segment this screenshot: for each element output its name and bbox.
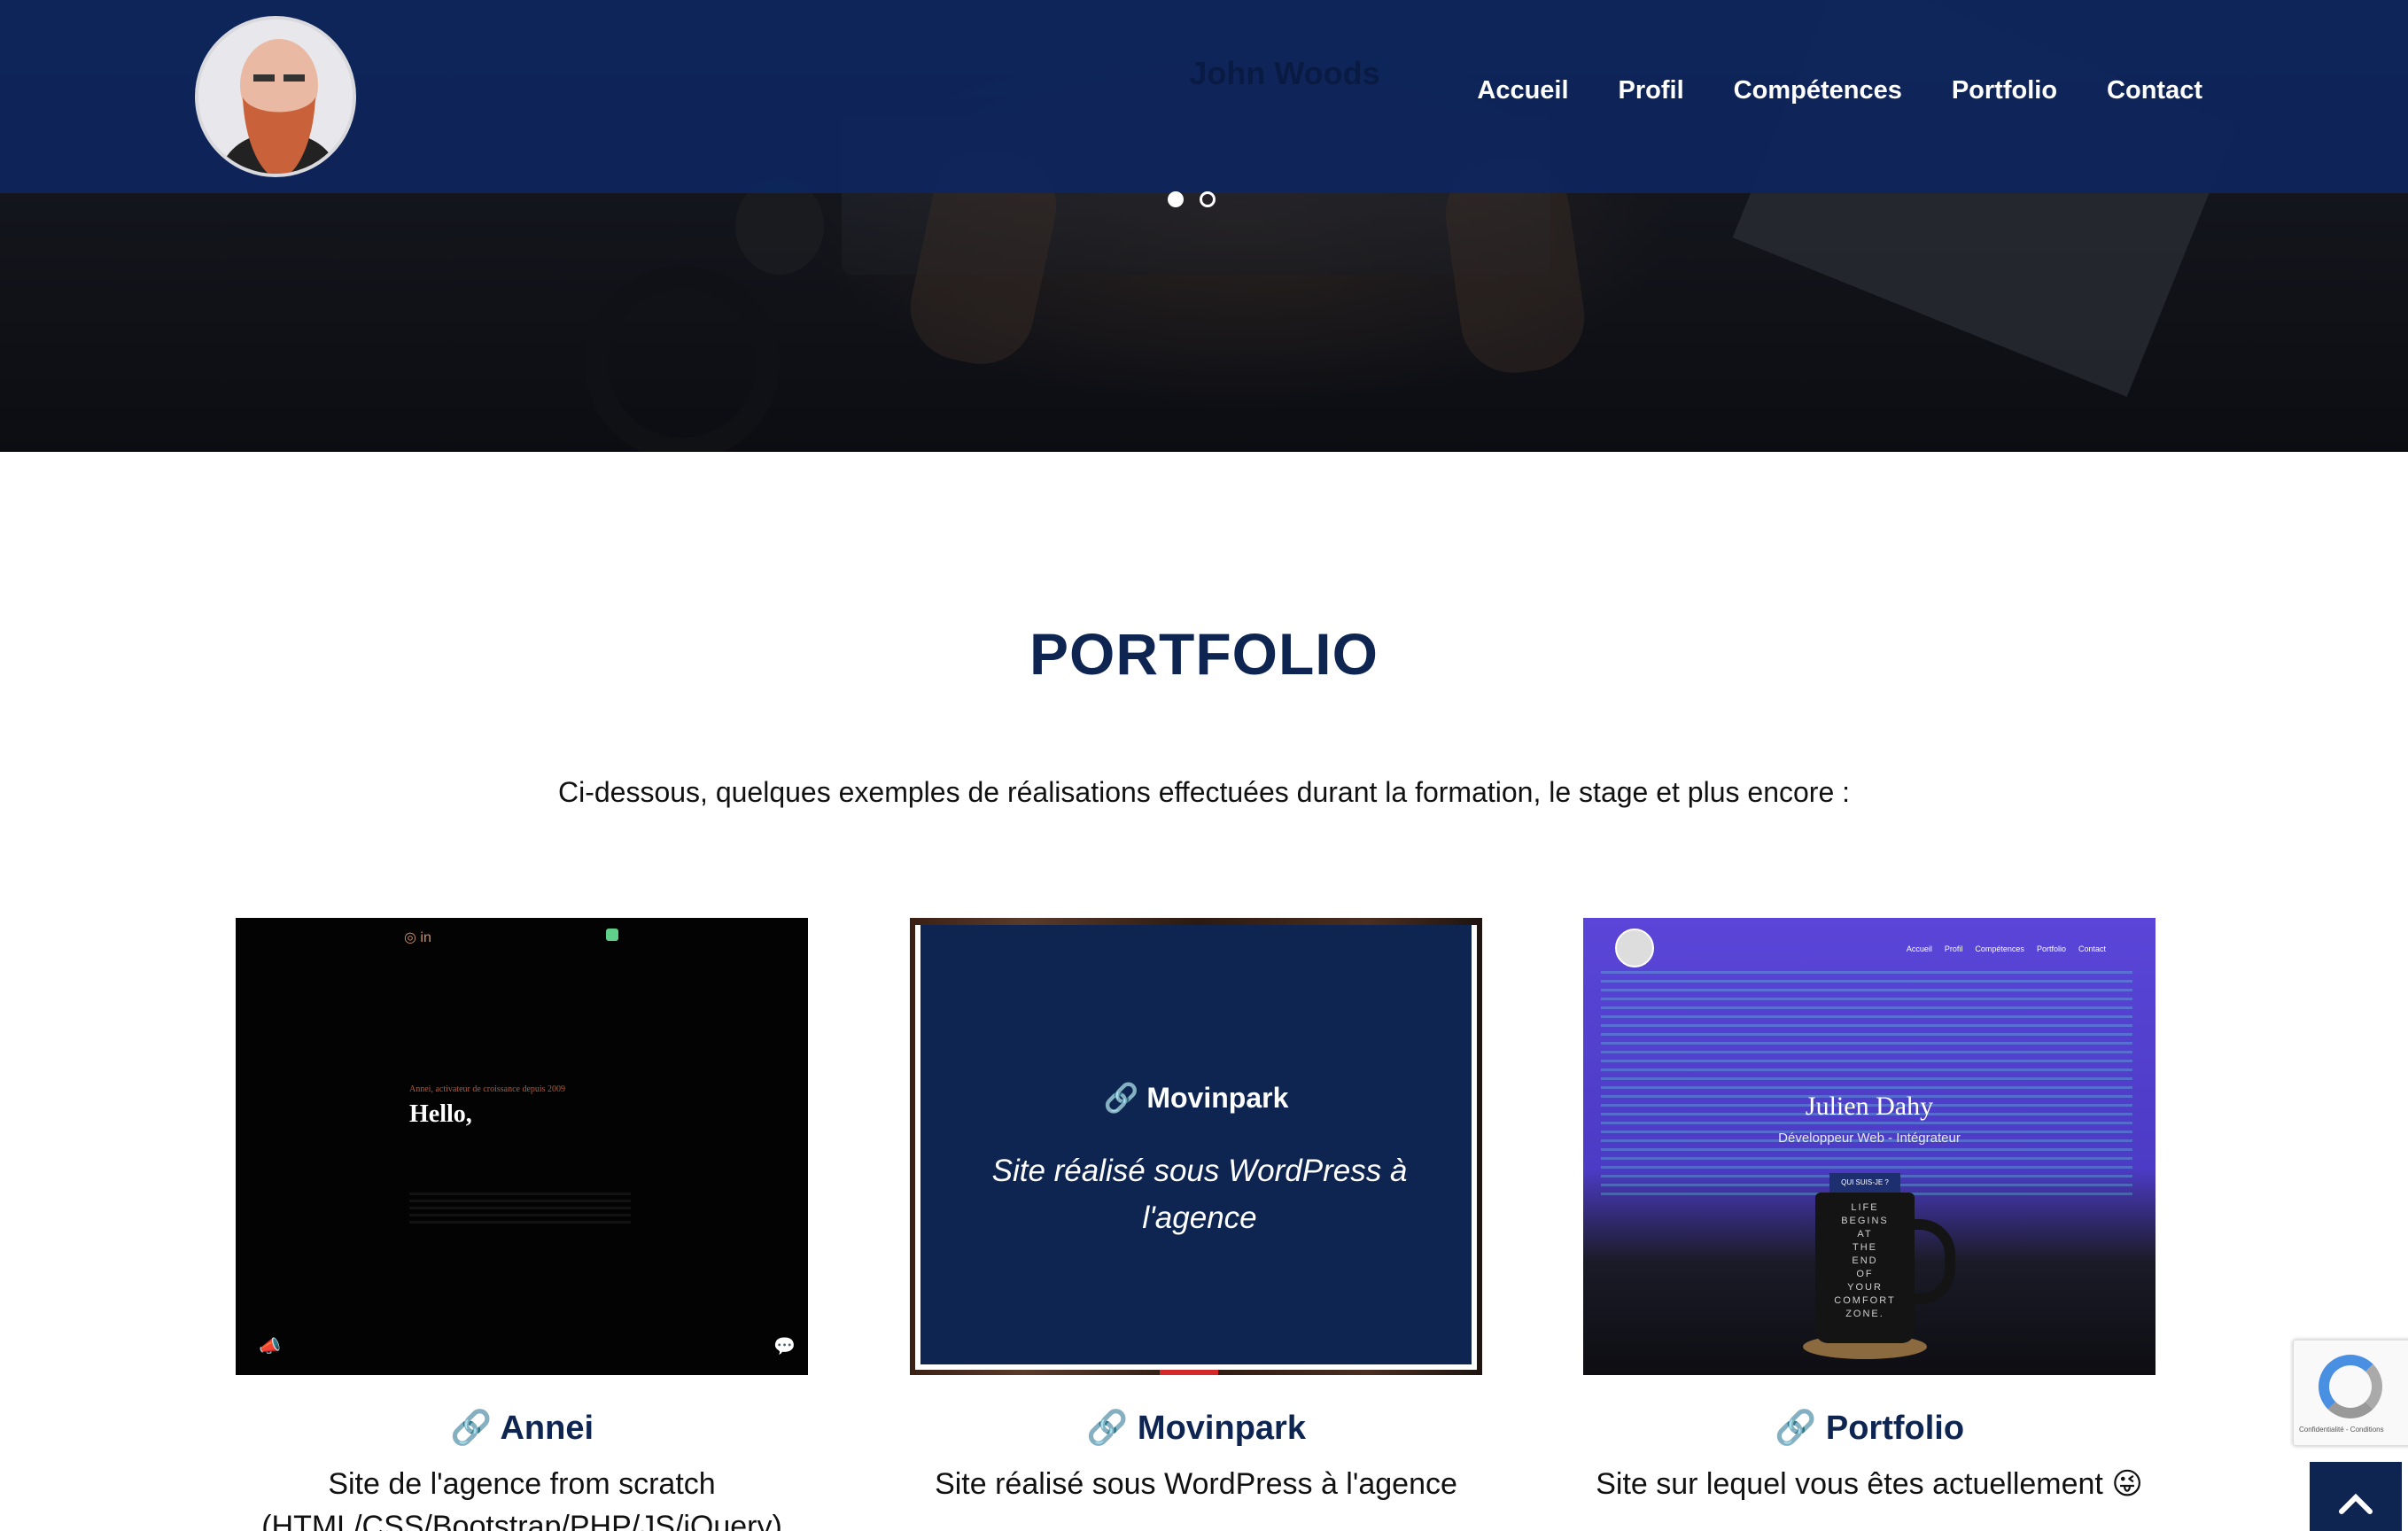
hero-bg-headphones [585,266,780,452]
recaptcha-text: Confidentialité - Conditions [2299,1426,2384,1434]
megaphone-icon: 📣 [259,1337,281,1356]
nav-profil[interactable]: Profil [1619,76,1684,105]
recaptcha-icon [2319,1355,2382,1418]
nav-accueil[interactable]: Accueil [1477,76,1568,105]
thumb-mini-nav-item: Accueil [1906,944,1932,953]
project-desc-line2: (HTML/CSS/Bootstrap/PHP/JS/jQuery) [261,1509,782,1531]
nav-portfolio[interactable]: Portfolio [1952,76,2057,105]
project-desc: Site sur lequel vous êtes actuellement 😜 [1596,1467,2143,1501]
instagram-linkedin-icons: ◎ in [404,930,431,945]
project-title[interactable]: 🔗 Portfolio [1583,1409,2156,1448]
chat-icon: 💬 [773,1337,796,1356]
thumb-mini-nav-item: Portfolio [2036,944,2066,953]
nav-contact[interactable]: Contact [2107,76,2202,105]
thumb-mini-nav: Accueil Profil Compétences Portfolio Con… [1907,944,2106,953]
project-title[interactable]: 🔗 Movinpark [910,1409,1482,1448]
hover-overlay: 🔗 Movinpark Site réalisé sous WordPress … [915,925,1477,1370]
project-desc: Site réalisé sous WordPress à l'agence [935,1467,1457,1501]
thumb-mug-handle [1911,1219,1955,1304]
chevron-up-icon [2339,1493,2373,1514]
project-card-portfolio: Accueil Profil Compétences Portfolio Con… [1583,918,2156,1506]
avatar-illustration [198,19,353,174]
avatar[interactable] [195,16,356,177]
slider-dot-2[interactable] [1200,191,1216,207]
thumb-role: Développeur Web - Intégrateur [1778,1131,1961,1146]
whatsapp-icon [606,929,618,941]
main-nav: Accueil Profil Compétences Portfolio Con… [1477,76,2202,105]
link-icon: 🔗 [449,1410,493,1447]
project-thumb-movinpark[interactable]: 🔗 Movinpark Site réalisé sous WordPress … [910,918,1482,1375]
project-card-annei: ◎ in Annei, activateur de croissance dep… [236,918,808,1531]
recaptcha-badge[interactable]: Confidentialité - Conditions [2293,1340,2408,1446]
slider-dots [1168,191,1216,207]
project-desc: Site de l'agence from scratch (HTML/CSS/… [236,1464,808,1531]
slider-dot-1[interactable] [1168,191,1184,207]
project-title[interactable]: 🔗 Annei [236,1409,808,1448]
portfolio-intro: Ci-dessous, quelques exemples de réalisa… [557,776,1851,808]
thumb-mini-nav-item: Contact [2078,944,2106,953]
thumb-name: Julien Dahy [1805,1092,1934,1121]
project-desc-line1: Site de l'agence from scratch [328,1467,716,1501]
project-title-text: Movinpark [1137,1410,1306,1447]
thumb-faint-text [409,1193,631,1228]
thumb-mini-nav-item: Compétences [1975,944,2024,953]
hero-name-ghost: John Woods [1189,55,1380,91]
overlay-title-text: Movinpark [1146,1082,1289,1114]
thumb-tagline: Annei, activateur de croissance depuis 2… [409,1084,566,1094]
thumb-code-screen [1601,971,2132,1201]
project-thumb-portfolio[interactable]: Accueil Profil Compétences Portfolio Con… [1583,918,2156,1375]
project-card-movinpark: 🔗 Movinpark Site réalisé sous WordPress … [910,918,1482,1506]
thumb-mini-nav-item: Profil [1944,944,1963,953]
thumb-mug-text: LIFE BEGINS AT THE END OF YOUR COMFORT Z… [1834,1202,1896,1319]
scroll-top-button[interactable] [2310,1462,2402,1531]
top-navbar: John Woods Accueil Profil Compétences Po… [0,0,2408,193]
thumb-badge: QUI SUIS-JE ? [1829,1173,1900,1193]
portfolio-heading: PORTFOLIO [1029,621,1379,687]
project-title-text: Portfolio [1825,1410,1965,1447]
link-icon: 🔗 [1103,1082,1139,1114]
link-icon: 🔗 [1086,1410,1129,1447]
thumb-hello: Hello, [409,1100,472,1128]
project-title-text: Annei [500,1410,594,1447]
accent-bar [1160,1370,1218,1375]
nav-competences[interactable]: Compétences [1734,76,1902,105]
thumb-mini-avatar [1615,929,1654,968]
link-icon: 🔗 [1774,1410,1817,1447]
overlay-title: 🔗 Movinpark [920,1081,1472,1115]
project-thumb-annei[interactable]: ◎ in Annei, activateur de croissance dep… [236,918,808,1375]
overlay-desc: Site réalisé sous WordPress à l'agence [991,1154,1408,1235]
